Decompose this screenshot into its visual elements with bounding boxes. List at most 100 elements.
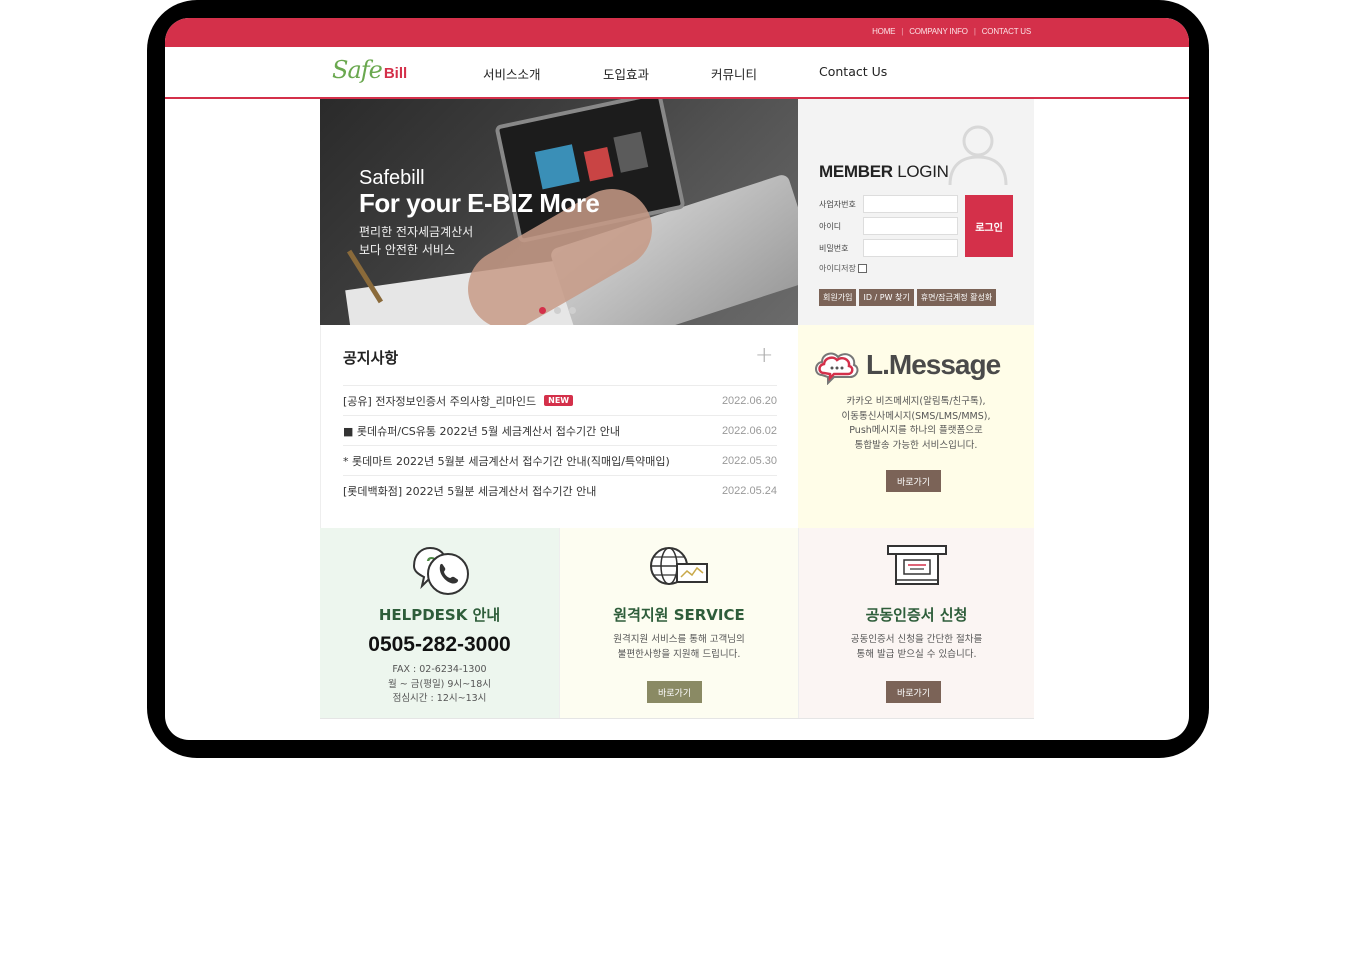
- helpdesk-phone-number: 0505-282-3000: [368, 633, 511, 656]
- notice-item-date: 2022.05.30: [721, 454, 777, 467]
- main-navigation: Safe Bill 서비스소개 도입효과 커뮤니티 Contact Us: [165, 47, 1189, 99]
- certificate-desc-line: 통해 발급 받으실 수 있습니다.: [856, 648, 977, 660]
- top-utility-bar: HOME | COMPANY INFO | CONTACT US: [165, 18, 1189, 47]
- helpdesk-fax: FAX : 02-6234-1300: [392, 664, 487, 675]
- helpdesk-title: HELPDESK 안내: [378, 606, 501, 624]
- notice-item-date: 2022.06.20: [721, 394, 777, 407]
- hero-subtext: 편리한 전자세금계산서 보다 안전한 서비스: [359, 223, 599, 259]
- notice-item[interactable]: [공유] 전자정보인증서 주의사항_리마인드 NEW 2022.06.20: [343, 385, 777, 415]
- lmessage-desc-line: 카카오 비즈메세지(알림톡/친구톡),: [846, 396, 986, 407]
- remote-description: 원격지원 서비스를 통해 고객님의 불편한사항을 지원해 드립니다.: [560, 633, 798, 662]
- remote-desc-line: 불편한사항을 지원해 드립니다.: [617, 648, 741, 660]
- id-row: 아이디: [819, 217, 958, 235]
- logo-bill-text: Bill: [383, 65, 408, 82]
- activate-account-button[interactable]: 휴면/잠금계정 활성화: [916, 289, 997, 306]
- hero-banner: Safebill For your E-BIZ More 편리한 전자세금계산서…: [320, 99, 798, 325]
- notice-item-title: [공유] 전자정보인증서 주의사항_리마인드: [343, 394, 537, 408]
- login-links: 회원가입 ID / PW 찾기 휴면/잠금계정 활성화: [819, 289, 997, 306]
- remote-support-panel: 원격지원 SERVICE 원격지원 서비스를 통해 고객님의 불편한사항을 지원…: [559, 528, 798, 718]
- certificate-desc-line: 공동인증서 신청을 간단한 절차를: [850, 634, 983, 645]
- slide-dot-3[interactable]: [569, 307, 576, 314]
- notice-item-title: * 롯데마트 2022년 5월분 세금계산서 접수기간 안내(직매입/특약매입): [343, 454, 670, 468]
- globe-monitor-icon: [650, 547, 708, 585]
- certificate-panel: 공동인증서 신청 공동인증서 신청을 간단한 절차를 통해 발급 받으실 수 있…: [798, 528, 1034, 718]
- password-row: 비밀번호: [819, 239, 958, 257]
- lmessage-go-button[interactable]: 바로가기: [886, 470, 942, 492]
- hero-brand: Safebill: [359, 167, 425, 189]
- menu-contact-us[interactable]: Contact Us: [819, 64, 887, 79]
- login-title-bold: MEMBER: [819, 162, 893, 181]
- chat-cloud-icon: [815, 352, 859, 385]
- business-number-label: 사업자번호: [819, 199, 856, 209]
- notice-item[interactable]: [롯데백화점] 2022년 5월분 세금계산서 접수기간 안내 2022.05.…: [343, 475, 777, 505]
- remote-go-button[interactable]: 바로가기: [647, 681, 703, 703]
- slider-pagination: [539, 307, 576, 314]
- browser-screen: HOME | COMPANY INFO | CONTACT US Safe Bi…: [165, 18, 1189, 740]
- notice-board: 공지사항 + [공유] 전자정보인증서 주의사항_리마인드 NEW 2022.0…: [320, 325, 798, 528]
- lmessage-desc-line: 이동통신사메시지(SMS/LMS/MMS),: [841, 410, 991, 422]
- save-id-label: 아이디저장: [819, 264, 856, 273]
- contact-us-link[interactable]: CONTACT US: [982, 27, 1031, 36]
- device-frame: HOME | COMPANY INFO | CONTACT US Safe Bi…: [147, 0, 1209, 758]
- helpdesk-phone-icon: ?: [412, 546, 469, 595]
- notice-item-date: 2022.05.24: [721, 484, 777, 497]
- new-badge: NEW: [544, 395, 574, 406]
- id-input[interactable]: [863, 217, 958, 235]
- hero-subtext-line1: 편리한 전자세금계산서: [359, 225, 474, 239]
- hero-headline: For your E-BIZ More: [359, 188, 600, 218]
- login-button[interactable]: 로그인: [965, 195, 1013, 257]
- business-number-row: 사업자번호: [819, 195, 958, 213]
- notice-item[interactable]: ■ 롯데슈퍼/CS유통 2022년 5월 세금계산서 접수기간 안내 2022.…: [343, 415, 777, 445]
- helpdesk-lunch: 점심시간 : 12시~13시: [392, 693, 487, 704]
- password-input[interactable]: [863, 239, 958, 257]
- menu-community[interactable]: 커뮤니티: [711, 64, 757, 83]
- company-info-link[interactable]: COMPANY INFO: [909, 27, 968, 36]
- hero-subtext-line2: 보다 안전한 서비스: [359, 243, 455, 257]
- notice-list: [공유] 전자정보인증서 주의사항_리마인드 NEW 2022.06.20 ■ …: [343, 385, 777, 505]
- remote-desc-line: 원격지원 서비스를 통해 고객님의: [613, 634, 745, 645]
- separator: |: [901, 27, 904, 36]
- password-label: 비밀번호: [819, 243, 849, 253]
- logo-safe-text: Safe: [332, 56, 383, 84]
- notice-item-date: 2022.06.02: [721, 424, 777, 437]
- slide-dot-1[interactable]: [539, 307, 546, 314]
- certificate-title: 공동인증서 신청: [865, 606, 968, 624]
- helpdesk-hours: 월 ~ 금(평일) 9시~18시: [388, 678, 491, 690]
- certificate-printer-icon: [886, 545, 947, 585]
- home-link[interactable]: HOME: [872, 27, 895, 36]
- remote-title: 원격지원 SERVICE: [613, 606, 745, 624]
- slide-dot-2[interactable]: [554, 307, 561, 314]
- save-id-checkbox[interactable]: [857, 264, 867, 273]
- content-bottom-divider: [320, 718, 1034, 719]
- user-silhouette-icon: [948, 125, 1008, 185]
- helpdesk-info: FAX : 02-6234-1300 월 ~ 금(평일) 9시~18시 점심시간…: [320, 663, 559, 707]
- menu-effects[interactable]: 도입효과: [603, 64, 649, 83]
- certificate-go-button[interactable]: 바로가기: [886, 681, 942, 703]
- login-title-rest: LOGIN: [897, 162, 949, 181]
- member-login-box: MEMBER LOGIN 사업자번호 아이디 비밀번호 로그인 아이디저장 회원: [798, 99, 1034, 325]
- find-id-pw-button[interactable]: ID / PW 찾기: [859, 289, 914, 306]
- save-id-option: 아이디저장: [819, 263, 867, 274]
- hero-text: Safebill For your E-BIZ More 편리한 전자세금계산서…: [359, 167, 600, 259]
- lmessage-logo: L.Message: [812, 345, 1001, 385]
- menu-service-intro[interactable]: 서비스소개: [483, 64, 541, 83]
- more-plus-icon[interactable]: +: [755, 345, 773, 367]
- notice-title: 공지사항: [343, 349, 399, 367]
- lmessage-description: 카카오 비즈메세지(알림톡/친구톡), 이동통신사메시지(SMS/LMS/MMS…: [798, 395, 1034, 453]
- login-title: MEMBER LOGIN: [819, 162, 949, 182]
- lmessage-logo-text: L.Message: [866, 349, 1001, 380]
- lmessage-desc-line: 통합발송 가능한 서비스입니다.: [854, 439, 978, 451]
- signup-button[interactable]: 회원가입: [819, 289, 857, 306]
- notice-item-title-wrap: [공유] 전자정보인증서 주의사항_리마인드 NEW: [343, 393, 574, 409]
- lmessage-promo: L.Message 카카오 비즈메세지(알림톡/친구톡), 이동통신사메시지(S…: [798, 325, 1034, 528]
- lmessage-desc-line: Push메시지를 하나의 플랫폼으로: [849, 425, 983, 436]
- separator: |: [973, 27, 976, 36]
- certificate-description: 공동인증서 신청을 간단한 절차를 통해 발급 받으실 수 있습니다.: [799, 633, 1034, 662]
- notice-item-title: ■ 롯데슈퍼/CS유통 2022년 5월 세금계산서 접수기간 안내: [343, 424, 621, 438]
- safebill-logo[interactable]: Safe Bill: [332, 56, 407, 84]
- notice-item[interactable]: * 롯데마트 2022년 5월분 세금계산서 접수기간 안내(직매입/특약매입)…: [343, 445, 777, 475]
- helpdesk-panel: ? HELPDESK 안내 0505-282-3000 FAX : 02-623…: [320, 528, 559, 718]
- business-number-input[interactable]: [863, 195, 958, 213]
- utility-links: HOME | COMPANY INFO | CONTACT US: [872, 27, 1031, 36]
- id-label: 아이디: [819, 221, 842, 231]
